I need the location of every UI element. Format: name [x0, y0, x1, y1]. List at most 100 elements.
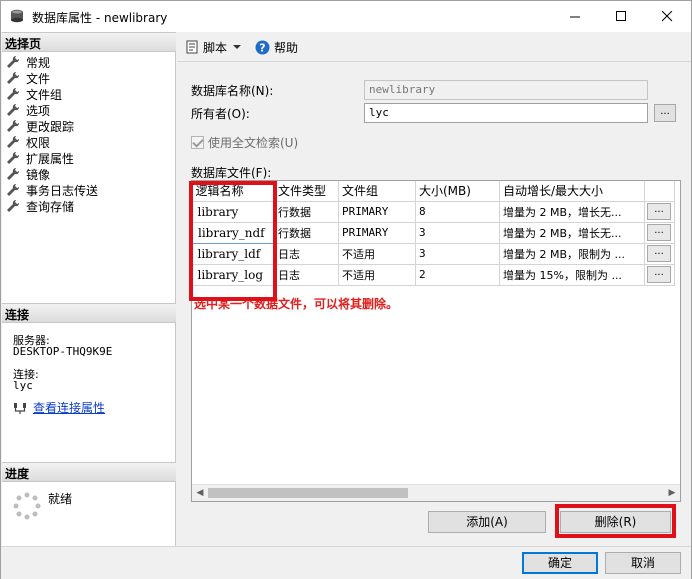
- table-row[interactable]: library_ldf 日志 不适用 3 增量为 2 MB，限制为 ... ..…: [192, 243, 675, 265]
- owner-label: 所有者(O):: [191, 107, 250, 121]
- files-table: 逻辑名称 文件类型 文件组 大小(MB) 自动增长/最大大小 library 行…: [192, 181, 675, 286]
- cell-filegroup[interactable]: PRIMARY: [338, 222, 416, 244]
- wrench-icon: [7, 151, 20, 164]
- maximize-button[interactable]: [598, 1, 644, 32]
- table-header-row: 逻辑名称 文件类型 文件组 大小(MB) 自动增长/最大大小: [192, 181, 675, 202]
- wrench-icon: [7, 55, 20, 68]
- autogrowth-edit-button[interactable]: ...: [647, 245, 671, 262]
- cell-autogrowth: 增量为 2 MB，限制为 ...: [499, 243, 645, 265]
- autogrowth-edit-button[interactable]: ...: [647, 266, 671, 283]
- table-row[interactable]: library 行数据 PRIMARY 8 增量为 2 MB，增长无... ..…: [192, 201, 675, 223]
- nav-item-label: 选项: [26, 103, 51, 118]
- nav-item-extended-properties[interactable]: 扩展属性: [6, 150, 74, 166]
- table-row[interactable]: library_ndf 行数据 PRIMARY 3 增量为 2 MB，增长无..…: [192, 221, 675, 244]
- dropdown-arrow-icon: [233, 45, 242, 49]
- close-icon: [661, 11, 672, 22]
- cell-file-type[interactable]: 行数据: [274, 201, 339, 223]
- cell-size[interactable]: 3: [415, 243, 500, 265]
- cell-file-type[interactable]: 行数据: [274, 222, 339, 244]
- col-header-button: [644, 181, 675, 202]
- maximize-icon: [615, 11, 626, 21]
- cell-logical-name[interactable]: library_log: [192, 264, 275, 286]
- nav-item-filegroups[interactable]: 文件组: [6, 86, 62, 102]
- left-pane: 选择页 常规 文件 文件组 选项 更改跟踪 权限 扩展属性 镜像 事务日志传送 …: [2, 32, 176, 546]
- wrench-icon: [7, 71, 20, 84]
- nav-item-label: 事务日志传送: [26, 183, 99, 198]
- cell-filegroup[interactable]: 不适用: [338, 264, 416, 286]
- cell-logical-name[interactable]: library_ldf: [192, 243, 275, 265]
- cancel-button[interactable]: 取消: [605, 552, 681, 574]
- owner-field[interactable]: lyc: [364, 103, 648, 123]
- title-bar: 数据库属性 - newlibrary: [1, 1, 691, 32]
- nav-item-general[interactable]: 常规: [6, 54, 50, 70]
- col-header-size[interactable]: 大小(MB): [415, 181, 500, 202]
- nav-item-label: 文件组: [26, 87, 63, 102]
- db-name-field: newlibrary: [364, 80, 648, 100]
- right-pane: 脚本 ? 帮助 数据库名称(N): newlibrary 所有者(O): lyc…: [177, 32, 691, 546]
- cell-filegroup[interactable]: PRIMARY: [338, 201, 416, 223]
- col-header-filegroup[interactable]: 文件组: [338, 181, 416, 202]
- script-button[interactable]: 脚本: [185, 38, 242, 56]
- toolbar: 脚本 ? 帮助: [177, 32, 691, 62]
- database-properties-window: 数据库属性 - newlibrary 选择页 常规 文件 文件组 选项 更改跟踪…: [0, 0, 692, 579]
- view-connection-properties-link[interactable]: 查看连接属性: [13, 399, 105, 416]
- nav-item-query-store[interactable]: 查询存储: [6, 198, 74, 214]
- close-button[interactable]: [644, 1, 690, 32]
- nav-item-log-shipping[interactable]: 事务日志传送: [6, 182, 98, 198]
- wrench-icon: [7, 87, 20, 100]
- col-header-file-type[interactable]: 文件类型: [274, 181, 339, 202]
- help-button[interactable]: ? 帮助: [255, 38, 298, 56]
- cell-size[interactable]: 8: [415, 201, 500, 223]
- ok-button[interactable]: 确定: [522, 552, 598, 574]
- autogrowth-edit-button[interactable]: ...: [647, 203, 671, 220]
- autogrowth-edit-button[interactable]: ...: [647, 224, 671, 241]
- cell-file-type[interactable]: 日志: [274, 243, 339, 265]
- checkbox-checked-icon: [191, 136, 204, 149]
- fulltext-label: 使用全文检索(U): [208, 136, 299, 150]
- scrollbar-thumb[interactable]: [208, 488, 408, 498]
- dialog-button-bar: 确定 取消: [1, 546, 691, 579]
- cell-size[interactable]: 2: [415, 264, 500, 286]
- nav-item-label: 常规: [26, 55, 51, 70]
- connection-header: 连接: [2, 303, 176, 323]
- window-title: 数据库属性 - newlibrary: [32, 11, 168, 25]
- progress-header: 进度: [2, 462, 176, 482]
- nav-item-options[interactable]: 选项: [6, 102, 50, 118]
- cell-autogrowth: 增量为 15%，限制为 ...: [499, 264, 645, 286]
- nav-item-permissions[interactable]: 权限: [6, 134, 50, 150]
- nav-item-change-tracking[interactable]: 更改跟踪: [6, 118, 74, 134]
- annotation-text: 选中某一个数据文件，可以将其删除。: [194, 297, 399, 311]
- server-value: DESKTOP-THQ9K9E: [13, 345, 113, 358]
- connection-icon: [14, 402, 26, 414]
- help-icon: ?: [255, 40, 270, 54]
- nav-item-files[interactable]: 文件: [6, 70, 50, 86]
- scroll-right-icon[interactable]: ▶: [666, 487, 678, 499]
- db-files-grid: 逻辑名称 文件类型 文件组 大小(MB) 自动增长/最大大小 library 行…: [191, 180, 681, 502]
- fulltext-checkbox[interactable]: 使用全文检索(U): [191, 134, 298, 151]
- database-icon: [11, 9, 23, 23]
- cell-file-type[interactable]: 日志: [274, 264, 339, 286]
- owner-browse-button[interactable]: ...: [654, 104, 676, 122]
- cell-logical-name[interactable]: library: [192, 201, 275, 223]
- script-icon: [186, 40, 198, 54]
- nav-item-label: 权限: [26, 135, 51, 150]
- wrench-icon: [7, 183, 20, 196]
- col-header-autogrowth[interactable]: 自动增长/最大大小: [499, 181, 645, 202]
- help-label: 帮助: [274, 40, 299, 55]
- nav-item-label: 镜像: [26, 167, 51, 182]
- table-row[interactable]: library_log 日志 不适用 2 增量为 15%，限制为 ... ...: [192, 264, 675, 286]
- wrench-icon: [7, 119, 20, 132]
- horizontal-scrollbar[interactable]: ◀ ▶: [192, 484, 680, 501]
- remove-file-button[interactable]: 删除(R): [560, 511, 671, 533]
- cell-size[interactable]: 3: [415, 222, 500, 244]
- nav-item-label: 扩展属性: [26, 151, 75, 166]
- cell-logical-name[interactable]: library_ndf: [192, 221, 275, 244]
- col-header-logical-name[interactable]: 逻辑名称: [192, 181, 275, 202]
- add-file-button[interactable]: 添加(A): [428, 511, 546, 533]
- minimize-button[interactable]: [552, 1, 598, 32]
- nav-item-mirroring[interactable]: 镜像: [6, 166, 50, 182]
- progress-status: 就绪: [48, 492, 73, 506]
- cell-filegroup[interactable]: 不适用: [338, 243, 416, 265]
- script-label: 脚本: [203, 40, 228, 55]
- scroll-left-icon[interactable]: ◀: [194, 487, 206, 499]
